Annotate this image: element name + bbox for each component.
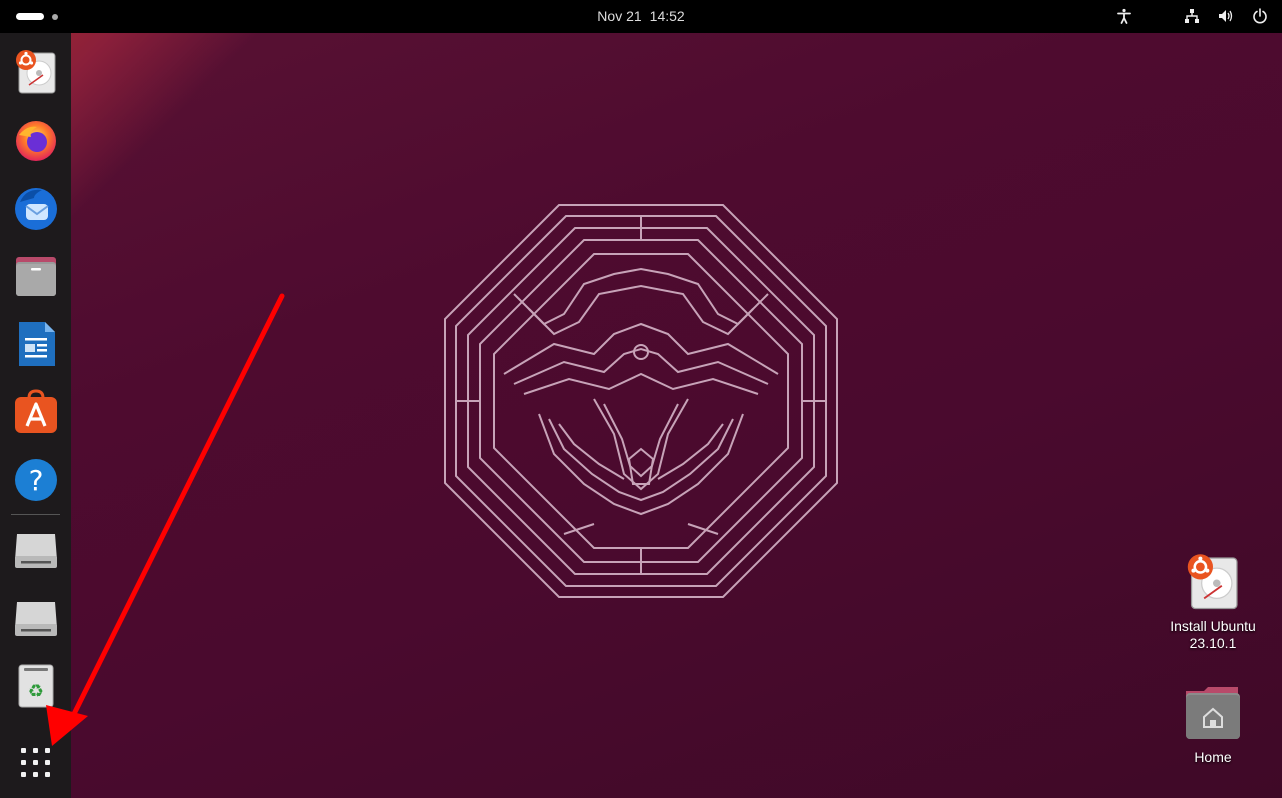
desktop-icon-home[interactable]: Home <box>1163 683 1263 766</box>
dock-item-trash[interactable]: ♻ <box>11 661 61 711</box>
top-bar: Nov 21 14:52 <box>0 0 1282 33</box>
dock-item-app-center[interactable] <box>11 387 61 437</box>
thunderbird-icon <box>15 188 57 230</box>
app-center-icon <box>15 389 57 433</box>
dock-item-libreoffice-writer[interactable] <box>11 319 61 369</box>
desktop-icon-sublabel: 23.10.1 <box>1189 635 1237 651</box>
clock[interactable]: Nov 21 14:52 <box>0 8 1282 24</box>
system-tray[interactable] <box>1114 6 1270 26</box>
drive-icon <box>15 534 57 568</box>
home-folder-icon <box>1186 687 1240 739</box>
desktop-icon-label: Home <box>1194 749 1232 765</box>
help-icon: ? <box>15 459 57 501</box>
help-glyph: ? <box>29 464 44 497</box>
writer-icon <box>19 322 55 366</box>
trash-icon: ♻ <box>18 664 54 708</box>
drive-icon <box>15 602 57 636</box>
accessibility-icon[interactable] <box>1114 6 1134 26</box>
dock-item-thunderbird[interactable] <box>11 183 61 233</box>
files-icon <box>16 257 56 296</box>
firefox-icon <box>16 121 56 161</box>
dock-item-show-apps[interactable] <box>11 738 61 788</box>
network-icon[interactable] <box>1182 6 1202 26</box>
dock-item-drive-1[interactable] <box>11 525 61 575</box>
dock-item-files[interactable] <box>11 251 61 301</box>
dock-item-help[interactable]: ? <box>11 455 61 505</box>
volume-icon[interactable] <box>1216 6 1236 26</box>
dock: ? ♻ <box>0 33 71 798</box>
clock-time: 14:52 <box>649 8 685 24</box>
desktop-icon-label: Install Ubuntu <box>1170 618 1256 634</box>
desktop-icon-install-ubuntu[interactable]: Install Ubuntu 23.10.1 <box>1163 552 1263 652</box>
installer-disk-icon <box>1187 554 1238 610</box>
dock-item-firefox[interactable] <box>11 115 61 165</box>
dock-item-drive-2[interactable] <box>11 593 61 643</box>
power-icon[interactable] <box>1250 6 1270 26</box>
wallpaper-maze-logo <box>444 204 838 598</box>
dock-item-install-ubuntu[interactable] <box>11 47 61 97</box>
dock-separator <box>11 514 60 515</box>
app-grid-icon <box>21 748 50 777</box>
svg-text:♻: ♻ <box>28 681 44 702</box>
installer-disk-icon <box>16 50 56 94</box>
clock-date: Nov 21 <box>597 8 642 24</box>
